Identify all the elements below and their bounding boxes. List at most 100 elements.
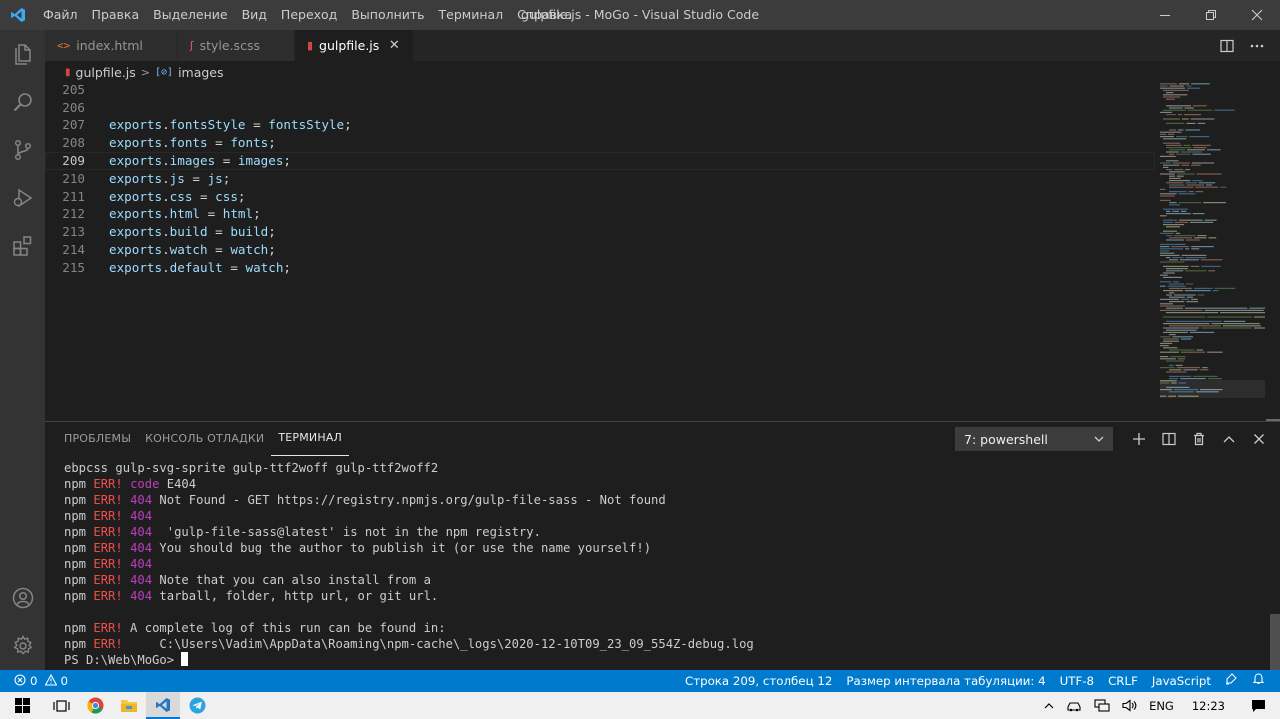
terminal-text: ERR!: [93, 589, 123, 603]
terminal-cursor: [181, 652, 189, 666]
terminal-select[interactable]: 7: powershell: [955, 427, 1113, 451]
menu-file[interactable]: Файл: [36, 0, 85, 30]
terminal-line: npm ERR! 404 Not Found - GET https://reg…: [64, 492, 1254, 508]
exports-keyword: exports: [109, 241, 163, 257]
code-line[interactable]: 214 exports.watch = watch;: [45, 241, 1155, 259]
notifications-bell-icon[interactable]: [1245, 670, 1272, 692]
code-text: exports.fontsStyle = fontsStyle;: [109, 117, 352, 133]
tab-gulpfile-js[interactable]: ▮ gulpfile.js ✕: [294, 30, 415, 61]
cursor-position[interactable]: Строка 209, столбец 12: [678, 670, 839, 692]
source-control-icon[interactable]: [0, 126, 45, 174]
more-actions-icon[interactable]: [1244, 35, 1270, 57]
tab-terminal[interactable]: ТЕРМИНАЛ: [271, 422, 350, 456]
code-line[interactable]: 211 exports.css = css;: [45, 188, 1155, 206]
breadcrumb-symbol[interactable]: images: [178, 65, 223, 80]
search-icon[interactable]: [0, 78, 45, 126]
close-panel-icon[interactable]: [1246, 427, 1272, 451]
terminal-text: 404: [130, 525, 153, 539]
keyboard-language[interactable]: ENG: [1143, 699, 1180, 713]
menu-selection[interactable]: Выделение: [146, 0, 234, 30]
menu-terminal[interactable]: Терминал: [432, 0, 511, 30]
line-number: 215: [62, 259, 85, 275]
tab-index-html[interactable]: <> index.html: [45, 30, 178, 61]
windows-start-icon[interactable]: [0, 692, 44, 719]
file-explorer-icon[interactable]: [112, 692, 146, 719]
code-text: exports.html = html;: [109, 206, 261, 222]
terminal-scrollbar-thumb[interactable]: [1270, 614, 1280, 670]
menu-run[interactable]: Выполнить: [344, 0, 431, 30]
code-line[interactable]: 206: [45, 99, 1155, 117]
export-value: css: [215, 188, 238, 204]
new-terminal-icon[interactable]: [1126, 427, 1152, 451]
minimize-button[interactable]: [1142, 0, 1188, 30]
export-property: watch: [169, 241, 208, 257]
chevron-up-icon[interactable]: [1038, 702, 1060, 709]
code-line[interactable]: 205: [45, 81, 1155, 99]
system-tray: ENG 12:23: [1038, 692, 1280, 719]
vscode-logo-icon[interactable]: [0, 0, 36, 30]
menu-go[interactable]: Переход: [274, 0, 344, 30]
export-value: images: [237, 152, 284, 168]
chevron-right-icon: >: [140, 65, 150, 79]
terminal-output[interactable]: ebpcss gulp-svg-sprite gulp-ttf2woff gul…: [64, 460, 1254, 668]
task-view-icon[interactable]: [44, 692, 78, 719]
network-icon[interactable]: [1088, 699, 1116, 712]
tab-debug-console[interactable]: КОНСОЛЬ ОТЛАДКИ: [138, 422, 271, 456]
minimap[interactable]: [1160, 81, 1265, 401]
end-of-line[interactable]: CRLF: [1101, 670, 1145, 692]
editor-scrollbar[interactable]: [1266, 83, 1280, 421]
exports-keyword: exports: [109, 224, 163, 240]
menu-view[interactable]: Вид: [235, 0, 274, 30]
indentation[interactable]: Размер интервала табуляции: 4: [839, 670, 1052, 692]
maximize-panel-icon[interactable]: [1216, 427, 1242, 451]
volume-icon[interactable]: [1116, 699, 1143, 712]
error-count: 0: [30, 674, 38, 688]
code-line[interactable]: 212 exports.html = html;: [45, 205, 1155, 223]
status-problems[interactable]: 0 0: [0, 673, 68, 689]
tab-problems[interactable]: ПРОБЛЕМЫ: [57, 422, 138, 456]
feedback-icon[interactable]: [1218, 670, 1245, 692]
language-mode[interactable]: JavaScript: [1145, 670, 1218, 692]
vscode-taskbar-icon[interactable]: [146, 692, 180, 719]
chrome-icon[interactable]: [78, 692, 112, 719]
breadcrumb-file[interactable]: gulpfile.js: [76, 65, 136, 80]
clock[interactable]: 12:23: [1180, 699, 1237, 713]
action-center-icon[interactable]: [1237, 699, 1280, 713]
code-line[interactable]: 215 exports.default = watch;: [45, 259, 1155, 277]
code-line[interactable]: 210 exports.js = js;: [45, 170, 1155, 188]
settings-gear-icon[interactable]: [0, 622, 45, 670]
encoding[interactable]: UTF-8: [1053, 670, 1101, 692]
export-value: html: [222, 206, 254, 222]
explorer-icon[interactable]: [0, 30, 45, 78]
minimap-viewport[interactable]: [1160, 380, 1265, 398]
code-line[interactable]: 207 exports.fontsStyle = fontsStyle;: [45, 116, 1155, 134]
close-tab-button[interactable]: ✕: [385, 38, 403, 53]
restore-icon: [1206, 10, 1216, 20]
code-line[interactable]: 209 exports.images = images;: [45, 151, 1155, 170]
menu-edit[interactable]: Правка: [85, 0, 147, 30]
code-editor[interactable]: 204let watch = gulp.parallel(build, watc…: [45, 61, 1280, 421]
activity-bar-bottom: [0, 574, 45, 670]
code-lines[interactable]: 204let watch = gulp.parallel(build, watc…: [45, 64, 1155, 277]
trash-icon[interactable]: [1186, 427, 1212, 451]
run-debug-icon[interactable]: [0, 174, 45, 222]
split-editor-icon[interactable]: [1214, 35, 1240, 57]
restore-button[interactable]: [1188, 0, 1234, 30]
car-icon[interactable]: [1060, 700, 1088, 712]
terminal-line: npm ERR! 404 'gulp-file-sass@latest' is …: [64, 524, 1254, 540]
menu-help[interactable]: Справка: [510, 0, 579, 30]
close-window-button[interactable]: [1234, 0, 1280, 30]
split-terminal-icon[interactable]: [1156, 427, 1182, 451]
accounts-icon[interactable]: [0, 574, 45, 622]
code-line[interactable]: 208 exports.fonts = fonts;: [45, 134, 1155, 152]
extensions-icon[interactable]: [0, 222, 45, 270]
telegram-icon[interactable]: [180, 692, 214, 719]
code-line[interactable]: 213 exports.build = build;: [45, 223, 1155, 241]
terminal-text: npm: [64, 573, 94, 587]
tab-style-scss[interactable]: ʃ style.scss: [177, 30, 295, 61]
terminal-line: npm ERR! A complete log of this run can …: [64, 620, 1254, 636]
exports-keyword: exports: [109, 152, 163, 168]
